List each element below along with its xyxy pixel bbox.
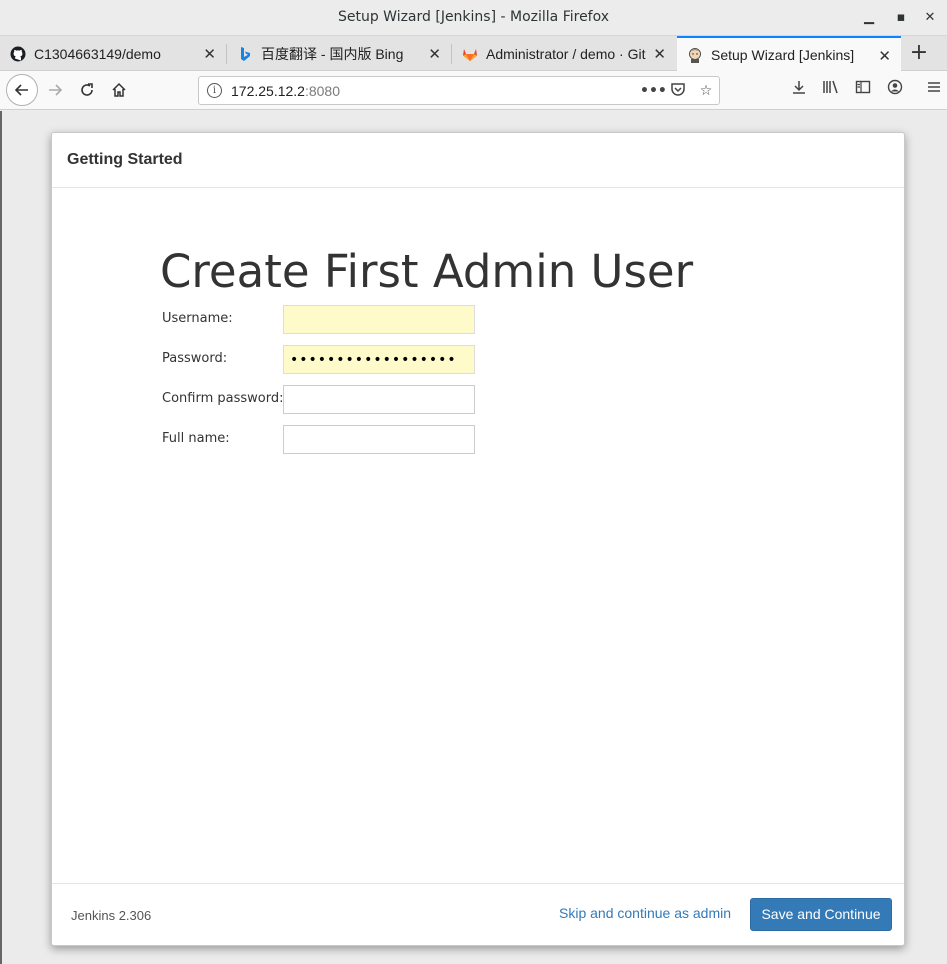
minimize-icon[interactable]: ▁ [861,10,877,26]
url-host: 172.25.12.2 [231,83,305,99]
gitlab-icon [462,46,478,62]
tab-bing[interactable]: 百度翻译 - 国内版 Bing ✕ [227,36,451,71]
close-tab-icon[interactable]: ✕ [653,45,666,63]
username-input[interactable] [283,305,475,334]
full-name-row: Full name: [162,425,482,455]
window-title: Setup Wizard [Jenkins] - Mozilla Firefox [337,9,610,25]
home-icon[interactable] [105,76,133,104]
page-actions-icon[interactable]: ••• [640,81,667,101]
tab-label: 百度翻译 - 国内版 Bing [261,45,404,62]
confirm-password-label: Confirm password: [162,391,284,406]
setup-wizard-dialog: Getting Started Create First Admin User … [51,132,905,946]
menu-icon[interactable] [921,77,947,103]
title-bar: Setup Wizard [Jenkins] - Mozilla Firefox… [0,0,947,36]
close-tab-icon[interactable]: ✕ [203,45,216,63]
navigation-bar: i 172.25.12.2:8080 ••• ☆ [0,71,947,110]
bookmark-star-icon[interactable]: ☆ [696,81,716,101]
downloads-icon[interactable] [786,77,812,103]
jenkins-icon [687,47,703,63]
close-window-icon[interactable]: ✕ [922,10,938,26]
sidebar-icon[interactable] [850,77,876,103]
tab-label: Administrator / demo · Git [486,45,646,62]
confirm-password-input[interactable] [283,385,475,414]
page-title: Create First Admin User [160,245,694,298]
page-viewport: Getting Started Create First Admin User … [0,111,947,964]
maximize-icon[interactable]: ▪ [893,10,909,26]
library-icon[interactable] [818,77,844,103]
tab-jenkins[interactable]: Setup Wizard [Jenkins] ✕ [677,36,901,71]
url-text[interactable]: 172.25.12.2:8080 [231,83,340,99]
close-tab-icon[interactable]: ✕ [878,47,891,65]
pocket-icon[interactable] [668,81,688,101]
skip-continue-admin-link[interactable]: Skip and continue as admin [559,905,731,921]
url-bar[interactable]: i 172.25.12.2:8080 ••• ☆ [198,76,720,105]
tab-label: Setup Wizard [Jenkins] [711,46,855,63]
browser-window: Setup Wizard [Jenkins] - Mozilla Firefox… [0,0,947,964]
password-row: Password: [162,345,482,375]
confirm-password-row: Confirm password: [162,385,482,415]
full-name-input[interactable] [283,425,475,454]
bing-icon [237,46,253,62]
tab-strip: C1304663149/demo ✕ 百度翻译 - 国内版 Bing ✕ Adm… [0,36,947,71]
forward-icon[interactable] [41,76,69,104]
dialog-header: Getting Started [52,133,904,188]
back-icon[interactable] [6,74,38,106]
version-label: Jenkins 2.306 [71,908,152,923]
account-icon[interactable] [882,77,908,103]
github-icon [10,46,26,62]
full-name-label: Full name: [162,431,230,446]
save-and-continue-button[interactable]: Save and Continue [750,898,892,931]
username-row: Username: [162,305,482,335]
close-tab-icon[interactable]: ✕ [428,45,441,63]
site-info-icon[interactable]: i [207,83,222,98]
tab-gitlab[interactable]: Administrator / demo · Git ✕ [452,36,676,71]
url-port: :8080 [304,83,341,99]
tab-label: C1304663149/demo [34,45,161,62]
reload-icon[interactable] [73,76,101,104]
username-label: Username: [162,311,233,326]
password-label: Password: [162,351,228,366]
password-input[interactable] [283,345,475,374]
dialog-footer: Jenkins 2.306 Skip and continue as admin… [52,883,904,945]
tab-github[interactable]: C1304663149/demo ✕ [0,36,226,71]
new-tab-icon[interactable]: + [906,40,932,66]
left-edge [0,111,2,964]
